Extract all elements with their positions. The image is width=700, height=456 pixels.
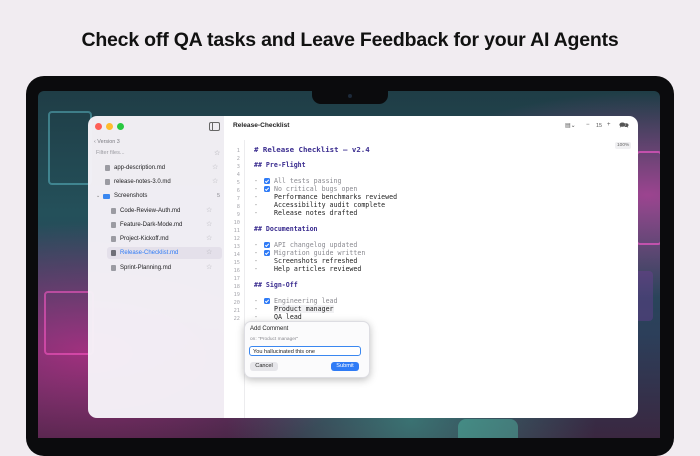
sidebar-item-project-kickoff[interactable]: Project-Kickoff.md [111,233,215,245]
line-number: 20 [233,300,240,306]
camera-icon [348,94,352,98]
editor-line-7[interactable]: - Performance benchmarks reviewed [254,193,397,201]
checked-checkbox[interactable] [263,178,270,184]
line-number: 4 [236,172,240,178]
line-number: 5 [236,180,240,186]
line-number: 9 [236,212,240,218]
checked-checkbox[interactable] [263,250,270,256]
line-number: 15 [233,260,240,266]
line-number: 19 [233,292,240,298]
filter-files-input[interactable]: Filter files... [96,150,125,156]
unchecked-checkbox[interactable] [264,266,270,272]
folder-icon [103,193,110,199]
sidebar-item-release-checklist[interactable]: Release-Checklist.md [107,247,222,259]
line-number: 2 [236,156,240,162]
folder-count: 5 [217,193,221,199]
editor-line-14[interactable]: - Migration guide written [254,249,365,257]
favorite-star-icon[interactable]: ☆ [206,234,212,242]
file-icon [111,265,116,271]
checked-checkbox[interactable] [263,242,270,248]
comments-icon[interactable]: 🗪 [619,120,629,134]
editor-line-21[interactable]: - Product manager [254,305,334,313]
zoom-percent-badge: 100% [615,142,632,149]
document-title: Release-Checklist [233,122,290,129]
commented-text: Product manager [273,305,334,313]
sidebar-item-code-review-auth[interactable]: Code-Review-Auth.md [111,205,215,217]
editor-line-9[interactable]: - Release notes drafted [254,209,357,217]
unchecked-checkbox[interactable] [264,314,270,320]
unchecked-checkbox[interactable] [264,210,270,216]
popup-context: on: "Product manager" [250,337,299,342]
editor-line-3[interactable]: ## Pre-Flight [254,161,306,169]
line-number: 7 [236,196,240,202]
line-number: 12 [233,236,240,242]
back-to-version[interactable]: ‹ Version 3 [94,139,120,145]
editor-line-8[interactable]: - Accessibility audit complete [254,201,385,209]
file-icon [111,250,116,256]
submit-button[interactable]: Submit [331,362,359,371]
editor-line-22[interactable]: - QA lead [254,313,302,321]
sidebar-item-release-notes[interactable]: release-notes-3.0.md [105,176,217,188]
unchecked-checkbox[interactable] [264,258,270,264]
line-number: 16 [233,268,240,274]
headline: Check off QA tasks and Leave Feedback fo… [81,29,619,51]
editor-line-1[interactable]: # Release Checklist — v2.4 [254,145,370,154]
editor-line-13[interactable]: - API changelog updated [254,241,357,249]
line-number: 13 [233,244,240,250]
favorite-star-icon[interactable]: ☆ [206,206,212,214]
close-window-button[interactable] [95,123,102,130]
minimize-window-button[interactable] [106,123,113,130]
unchecked-checkbox[interactable] [264,194,270,200]
line-number: 3 [236,164,240,170]
zoom-in-button[interactable]: + [607,122,611,128]
favorite-star-icon[interactable]: ☆ [206,220,212,228]
file-icon [111,208,116,214]
favorite-star-icon[interactable]: ☆ [206,248,212,256]
editor-line-20[interactable]: - Engineering lead [254,297,338,305]
line-number: 1 [236,148,240,154]
unchecked-checkbox[interactable] [264,202,270,208]
file-icon [105,165,110,171]
popup-title: Add Comment [250,326,289,332]
unchecked-checkbox[interactable] [264,306,270,312]
zoom-window-button[interactable] [117,123,124,130]
filter-favorites-star-icon[interactable]: ☆ [214,149,220,157]
editor-line-11[interactable]: ## Documentation [254,225,318,233]
editor-line-6[interactable]: - No critical bugs open [254,185,357,193]
line-number: 17 [233,276,240,282]
file-icon [111,222,116,228]
favorite-star-icon[interactable]: ☆ [212,177,218,185]
editor-line-15[interactable]: - Screenshots refreshed [254,257,357,265]
favorite-star-icon[interactable]: ☆ [212,163,218,171]
file-icon [111,236,116,242]
line-number: 6 [236,188,240,194]
line-number: 8 [236,204,240,210]
line-number: 14 [233,252,240,258]
line-number: 10 [233,220,240,226]
line-number: 22 [233,316,240,322]
zoom-out-button[interactable]: − [586,122,590,128]
comment-input[interactable]: You hallucinated this one [249,346,361,356]
sidebar-item-app-description[interactable]: app-description.md [105,162,217,174]
sidebar-item-sprint-planning[interactable]: Sprint-Planning.md [111,262,215,274]
editor-line-5[interactable]: - All tests passing [254,177,341,185]
editor-line-16[interactable]: - Help articles reviewed [254,265,361,273]
sidebar-folder-screenshots[interactable]: ⌄ Screenshots [96,190,216,202]
line-number: 21 [233,308,240,314]
favorite-star-icon[interactable]: ☆ [206,263,212,271]
document-mode-icon[interactable]: ▤⌄ [565,122,576,129]
line-number: 11 [233,228,240,234]
editor-line-18[interactable]: ## Sign-Off [254,281,298,289]
sidebar-item-feature-dark-mode[interactable]: Feature-Dark-Mode.md [111,219,215,231]
checked-checkbox[interactable] [263,298,270,304]
zoom-level: 15 [596,123,602,129]
checked-checkbox[interactable] [263,186,270,192]
cancel-button[interactable]: Cancel [250,362,278,371]
sidebar-toggle-icon[interactable] [209,122,220,131]
chevron-down-icon: ⌄ [96,193,101,199]
gutter-divider [244,140,245,418]
file-icon [105,179,110,185]
line-number: 18 [233,284,240,290]
